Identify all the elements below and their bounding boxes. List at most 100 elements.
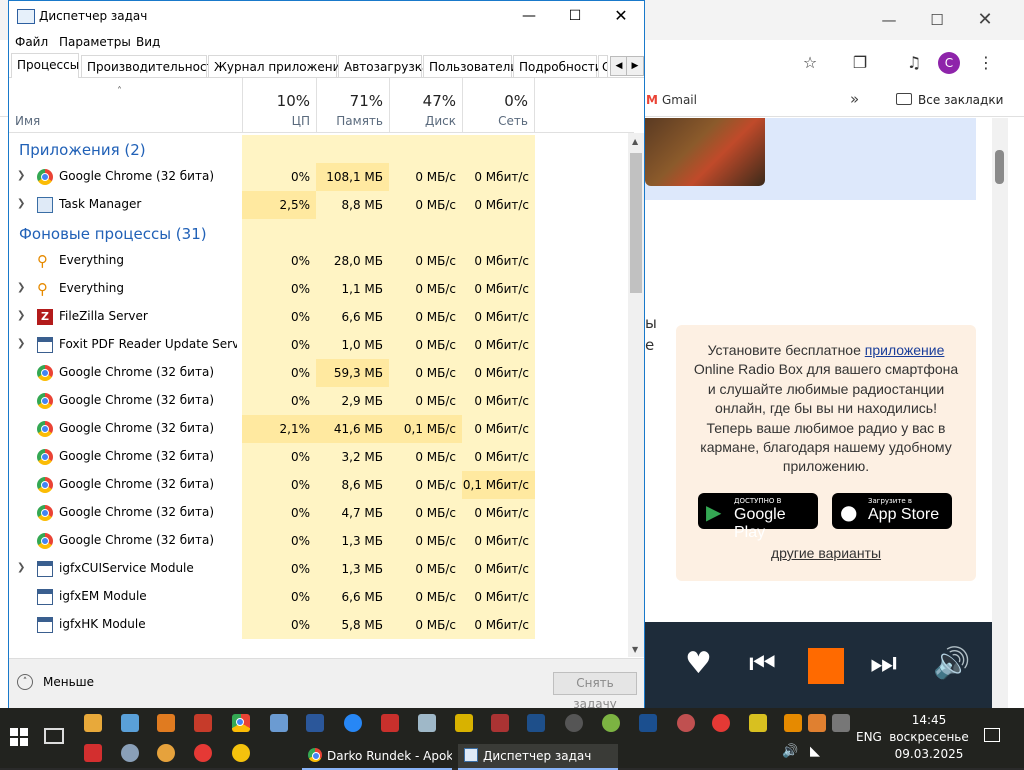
process-row[interactable]: ❯ Google Chrome (32 бита) 0% 108,1 МБ 0 МБ/с… xyxy=(9,163,634,191)
beeline-icon[interactable] xyxy=(232,744,250,762)
vk-icon[interactable] xyxy=(344,714,362,732)
tab-services[interactable]: С xyxy=(598,55,608,77)
archive-icon[interactable] xyxy=(808,714,826,732)
scroll-up-arrow-icon[interactable]: ▲ xyxy=(632,137,638,146)
volume-icon[interactable]: 🔊 xyxy=(782,744,798,759)
process-row[interactable]: ⚲ Everything 0% 28,0 МБ 0 МБ/с 0 Мбит/с xyxy=(9,247,634,275)
taskbar-app-chrome[interactable]: Darko Rundek - Apok... xyxy=(302,744,452,770)
everything-icon[interactable] xyxy=(784,714,802,732)
previous-icon[interactable]: ⏮ xyxy=(749,646,776,681)
tab-details[interactable]: Подробности xyxy=(513,55,603,77)
process-row[interactable]: ❯ igfxCUIService Module 0% 1,3 МБ 0 МБ/с 0 Мб… xyxy=(9,555,634,583)
media-app-icon[interactable] xyxy=(157,714,175,732)
tab-processes[interactable]: Процессы xyxy=(11,53,79,78)
start-button[interactable] xyxy=(10,728,28,746)
network-icon[interactable]: ◣ xyxy=(810,744,820,759)
word-icon[interactable] xyxy=(306,714,324,732)
extensions-icon[interactable]: ❐ xyxy=(848,52,872,74)
bookmark-star-icon[interactable]: ☆ xyxy=(798,52,822,74)
maximize-button[interactable]: ☐ xyxy=(914,0,960,40)
tab-performance[interactable]: Производительность xyxy=(81,55,221,77)
process-row[interactable]: Google Chrome (32 бита) 2,1% 41,6 МБ 0,1 МБ… xyxy=(9,415,634,443)
process-row[interactable]: ❯ Task Manager 2,5% 8,8 МБ 0 МБ/с 0 Мбит/с xyxy=(9,191,634,219)
taskbar-app-task-manager[interactable]: Диспетчер задач xyxy=(458,744,618,770)
google-play-button[interactable]: ▶ ДОСТУПНО В Google Play xyxy=(698,493,818,541)
expand-chevron-icon[interactable]: ❯ xyxy=(17,310,25,321)
process-row[interactable]: ❯ Z FileZilla Server 0% 6,6 МБ 0 МБ/с 0 Мбит/с xyxy=(9,303,634,331)
profile-avatar[interactable]: С xyxy=(938,52,960,74)
group-background[interactable]: Фоновые процессы (31) xyxy=(9,219,634,247)
winrar-icon[interactable] xyxy=(381,714,399,732)
process-row[interactable]: Google Chrome (32 бита) 0% 8,6 МБ 0 МБ/с 0,1… xyxy=(9,471,634,499)
process-row[interactable]: igfxEM Module 0% 6,6 МБ 0 МБ/с 0 Мбит/с xyxy=(9,583,634,611)
clock[interactable]: 14:45 воскресенье 09.03.2025 xyxy=(880,712,978,763)
process-row[interactable]: ❯ Foxit PDF Reader Update Servic... 0%1,0 … xyxy=(9,331,634,359)
fewer-details-button[interactable]: Меньше xyxy=(43,675,94,689)
notification-icon[interactable] xyxy=(984,728,1000,742)
other-options-link[interactable]: другие варианты xyxy=(676,545,976,561)
paint-icon[interactable] xyxy=(677,714,695,732)
menu-file[interactable]: Файл xyxy=(15,35,48,49)
bookmark-gmail[interactable]: M Gmail xyxy=(646,93,697,107)
database-icon[interactable] xyxy=(455,714,473,732)
yandex-icon[interactable] xyxy=(712,714,730,732)
process-row[interactable]: Google Chrome (32 бита) 0% 2,9 МБ 0 МБ/с 0 М… xyxy=(9,387,634,415)
process-row[interactable]: igfxHK Module 0% 5,8 МБ 0 МБ/с 0 Мбит/с xyxy=(9,611,634,639)
calculator-icon[interactable] xyxy=(270,714,288,732)
chevron-up-circle-icon[interactable]: ˄ xyxy=(17,674,33,690)
green-app-icon[interactable] xyxy=(602,714,620,732)
app-store-button[interactable]: ● Загрузите в App Store xyxy=(832,493,952,529)
minimize-button[interactable]: — xyxy=(506,1,552,31)
photo-icon[interactable] xyxy=(639,714,657,732)
heart-icon[interactable]: ♥ xyxy=(685,646,712,681)
close-button[interactable]: ✕ xyxy=(962,0,1008,40)
minimize-button[interactable]: — xyxy=(866,0,912,40)
scrollbar-thumb[interactable] xyxy=(630,153,642,293)
language-indicator[interactable]: ENG xyxy=(856,730,882,744)
end-task-button[interactable]: Снять задачу xyxy=(553,672,637,711)
refresh-icon[interactable] xyxy=(565,714,583,732)
group-apps[interactable]: Приложения (2) xyxy=(9,135,634,163)
keyboard-icon[interactable] xyxy=(832,714,850,732)
chrome-icon[interactable] xyxy=(232,714,250,732)
media-control-icon[interactable]: ♫ xyxy=(902,52,926,74)
page-scrollbar[interactable] xyxy=(992,118,1008,708)
tab-users[interactable]: Пользователи xyxy=(423,55,518,77)
menu-options[interactable]: Параметры xyxy=(59,35,131,49)
maximize-button[interactable]: ☐ xyxy=(552,1,598,31)
settings-gear-icon[interactable] xyxy=(121,744,139,762)
tab-scroll-right-button[interactable]: ▶ xyxy=(626,56,644,76)
volume-icon[interactable]: 🔊 xyxy=(933,646,970,681)
scroll-down-arrow-icon[interactable]: ▼ xyxy=(632,645,638,654)
opera-icon[interactable] xyxy=(194,744,212,762)
close-button[interactable]: ✕ xyxy=(598,1,644,31)
screen-icon[interactable] xyxy=(527,714,545,732)
expand-chevron-icon[interactable]: ❯ xyxy=(17,170,25,181)
column-memory[interactable]: 71% Память xyxy=(316,78,389,132)
list-scrollbar[interactable]: ▲ ▼ xyxy=(628,133,644,657)
sun-icon[interactable] xyxy=(157,744,175,762)
explorer-icon[interactable] xyxy=(84,714,102,732)
app-link[interactable]: приложение xyxy=(865,342,945,358)
expand-chevron-icon[interactable]: ❯ xyxy=(17,198,25,209)
process-row[interactable]: Google Chrome (32 бита) 0% 1,3 МБ 0 МБ/с 0 М… xyxy=(9,527,634,555)
task-view-icon[interactable] xyxy=(44,728,64,744)
notepad-icon[interactable] xyxy=(418,714,436,732)
expand-chevron-icon[interactable]: ❯ xyxy=(17,338,25,349)
all-bookmarks-button[interactable]: Все закладки xyxy=(896,93,1003,107)
menu-view[interactable]: Вид xyxy=(136,35,160,49)
column-network[interactable]: 0% Сеть xyxy=(462,78,535,132)
menu-kebab-icon[interactable]: ⋮ xyxy=(974,52,998,74)
next-icon[interactable]: ⏭ xyxy=(870,646,897,681)
process-row[interactable]: Google Chrome (32 бита) 0% 3,2 МБ 0 МБ/с 0 М… xyxy=(9,443,634,471)
column-cpu[interactable]: 10% ЦП xyxy=(242,78,316,132)
pdf-icon[interactable] xyxy=(84,744,102,762)
column-disk[interactable]: 47% Диск xyxy=(389,78,462,132)
bookmarks-overflow-button[interactable]: » xyxy=(850,90,859,108)
tool-icon[interactable] xyxy=(194,714,212,732)
tab-startup[interactable]: Автозагрузка xyxy=(338,55,429,77)
column-name[interactable]: Имя xyxy=(15,114,40,128)
expand-chevron-icon[interactable]: ❯ xyxy=(17,562,25,573)
process-row[interactable]: Google Chrome (32 бита) 0% 59,3 МБ 0 МБ/с 0 … xyxy=(9,359,634,387)
m-app-icon[interactable] xyxy=(749,714,767,732)
